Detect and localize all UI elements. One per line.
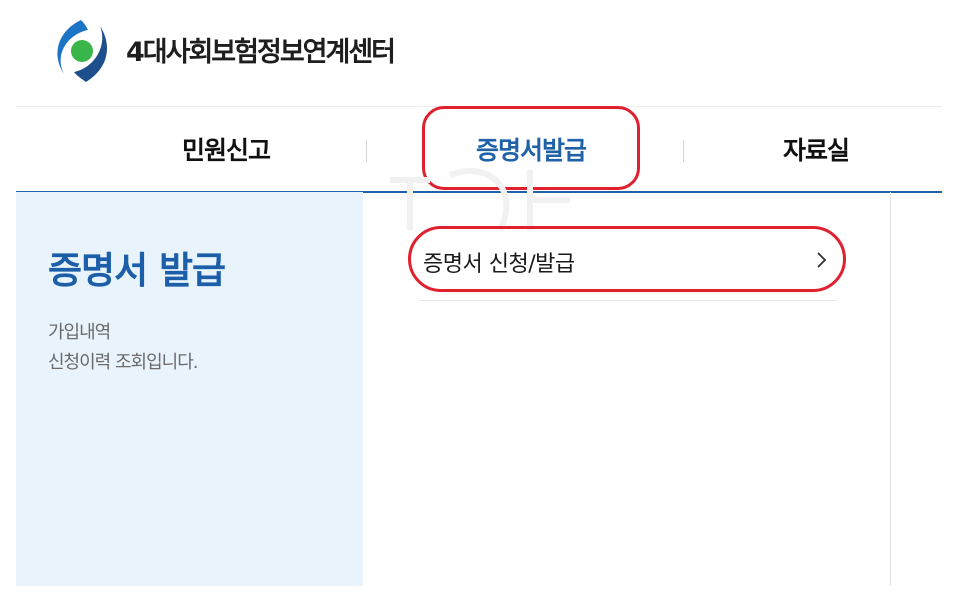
panel-title: 증명서 발급 [48,249,226,292]
nav-item-complaint[interactable]: 민원신고 [126,107,326,191]
submenu-label: 증명서 신청/발급 [423,252,575,277]
page: 4대사회보험정보연계센터 민원신고 증명서발급 자료실 증명서 발급 가입내역 … [0,0,966,608]
panel-description-line: 신청이력 조회입니다. [48,352,198,373]
panel-description-line: 가입내역 [48,322,111,343]
submenu-divider [419,300,837,301]
site-header: 4대사회보험정보연계센터 [0,0,966,106]
main-nav: 민원신고 증명서발급 자료실 [16,106,942,193]
chevron-right-icon [813,248,831,272]
panel-description: 가입내역 신청이력 조회입니다. [48,318,198,378]
nav-item-certificate[interactable]: 증명서발급 [426,107,636,191]
nav-separator [683,140,684,162]
four-social-insurance-logo-icon[interactable] [46,16,116,86]
side-panel: 증명서 발급 가입내역 신청이력 조회입니다. [16,192,363,586]
submenu-item-certificate-apply[interactable]: 증명서 신청/발급 [419,234,837,290]
nav-item-archive[interactable]: 자료실 [716,107,916,191]
site-name[interactable]: 4대사회보험정보연계센터 [126,33,396,73]
nav-separator [366,140,367,162]
content-border [890,192,891,586]
